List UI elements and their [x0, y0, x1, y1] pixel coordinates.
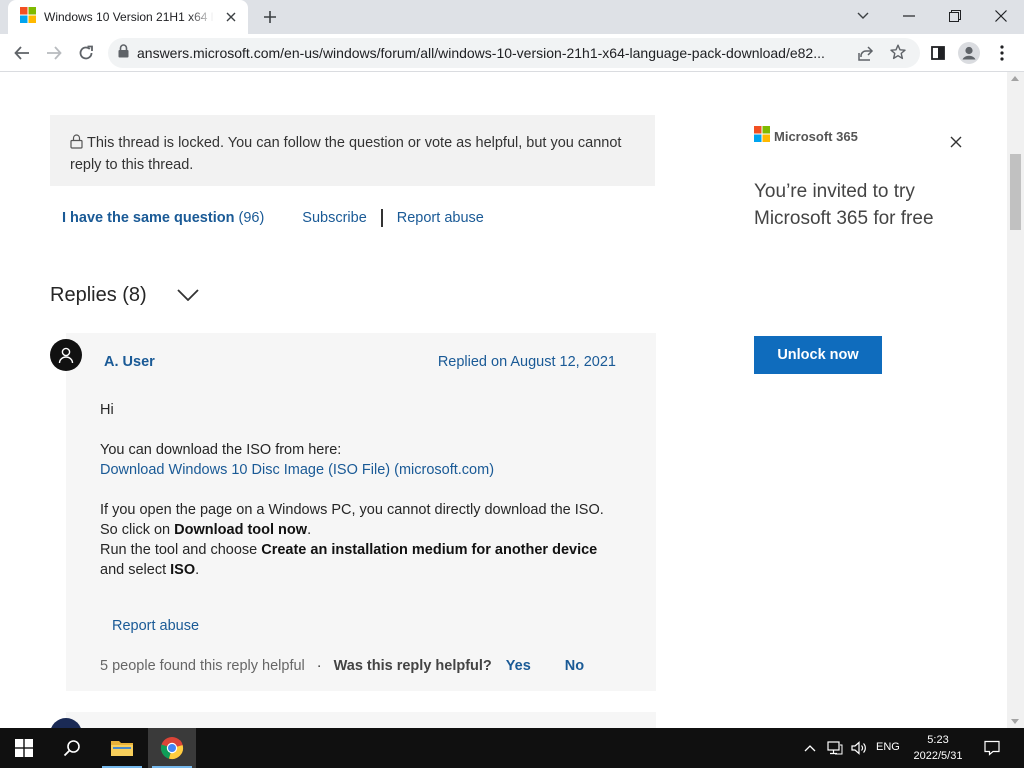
tab-search-chevron-icon[interactable] [840, 0, 886, 32]
same-question-button[interactable]: I have the same question (96) [62, 210, 264, 226]
volume-icon[interactable] [850, 728, 868, 768]
reply-line: You can download the ISO from here: [100, 442, 342, 458]
same-question-count: (96) [238, 210, 265, 226]
start-button[interactable] [0, 728, 48, 768]
page-viewport: This thread is locked. You can follow th… [0, 72, 1007, 728]
new-tab-button[interactable] [258, 6, 282, 28]
browser-tabstrip: Windows 10 Version 21H1 x64 language pac… [0, 0, 1024, 34]
file-explorer-icon[interactable] [98, 728, 146, 768]
desktop: Windows 10 Version 21H1 x64 language pac… [0, 0, 1024, 768]
reply-card: A. User Replied on August 12, 2021 Hi Yo… [66, 333, 656, 691]
reply-line: So click on Download tool now. [100, 522, 312, 538]
user-avatar-icon[interactable] [50, 339, 82, 371]
tab-title: Windows 10 Version 21H1 x64 language pac… [44, 10, 214, 24]
reply-body: Hi You can download the ISO from here: D… [100, 400, 640, 580]
windows-logo-icon [20, 6, 36, 28]
reply-line: If you open the page on a Windows PC, yo… [100, 502, 604, 518]
chevron-down-icon[interactable] [177, 284, 199, 307]
clock-date: 2022/5/31 [913, 750, 963, 762]
chrome-taskbar-icon[interactable] [148, 728, 196, 768]
back-button[interactable] [9, 40, 35, 66]
replies-heading: Replies (8) [50, 284, 147, 306]
input-language-indicator[interactable]: ENG [876, 741, 900, 753]
windows-taskbar: ENG 5:23 2022/5/31 [0, 728, 1024, 768]
reply-author-link[interactable]: A. User [104, 354, 155, 370]
restore-button[interactable] [932, 0, 978, 32]
helpful-question: Was this reply helpful? [333, 658, 492, 674]
show-hidden-icons-icon[interactable] [803, 728, 817, 768]
helpful-bar: 5 people found this reply helpful · Was … [100, 658, 584, 674]
report-abuse-link[interactable]: Report abuse [397, 210, 484, 226]
thread-actions: I have the same question (96) Subscribe … [62, 206, 484, 230]
browser-toolbar: answers.microsoft.com/en-us/windows/foru… [0, 34, 1024, 72]
brand-name: Microsoft 365 [774, 129, 858, 144]
close-window-button[interactable] [978, 0, 1024, 32]
clock-time: 5:23 [927, 734, 949, 746]
reply-report-abuse-link[interactable]: Report abuse [112, 618, 199, 634]
same-question-label: I have the same question [62, 210, 235, 226]
browser-menu-icon[interactable] [989, 40, 1015, 66]
separator-dot: · [316, 658, 322, 674]
scrollbar-thumb[interactable] [1010, 154, 1021, 230]
divider [380, 209, 383, 227]
locked-notice-text: This thread is locked. You can follow th… [70, 135, 622, 173]
ms365-promo: Microsoft 365 [754, 126, 964, 147]
reply-line: and select ISO. [100, 562, 200, 578]
taskbar-clock[interactable]: 5:23 2022/5/31 [906, 732, 970, 764]
helpful-yes-button[interactable]: Yes [506, 658, 531, 674]
bookmark-star-icon[interactable] [890, 44, 906, 65]
vertical-scrollbar[interactable] [1007, 72, 1024, 728]
lock-icon[interactable] [118, 43, 129, 63]
reload-button[interactable] [73, 40, 99, 66]
padlock-icon [70, 134, 83, 155]
reply-date-link[interactable]: Replied on August 12, 2021 [438, 354, 616, 370]
side-panel-icon[interactable] [925, 40, 951, 66]
search-icon[interactable] [48, 728, 96, 768]
tab-close-icon[interactable] [222, 8, 240, 26]
url-text[interactable]: answers.microsoft.com/en-us/windows/foru… [137, 45, 847, 61]
microsoft-365-logo: Microsoft 365 [754, 126, 964, 147]
microsoft-logo-icon [754, 126, 770, 147]
iso-download-link[interactable]: Download Windows 10 Disc Image (ISO File… [100, 462, 494, 478]
scroll-down-arrow-icon[interactable] [1011, 719, 1019, 724]
reply-greeting: Hi [100, 402, 114, 418]
notifications-icon[interactable] [980, 728, 1004, 768]
forward-button[interactable] [41, 40, 67, 66]
locked-thread-notice: This thread is locked. You can follow th… [50, 115, 655, 186]
promo-text: You’re invited to try Microsoft 365 for … [754, 181, 934, 229]
reply-line: Run the tool and choose Create an instal… [100, 542, 598, 558]
profile-avatar-icon[interactable] [956, 40, 982, 66]
next-reply-card [66, 712, 656, 728]
unlock-now-button[interactable]: Unlock now [754, 336, 882, 374]
subscribe-link[interactable]: Subscribe [302, 210, 366, 226]
address-bar[interactable]: answers.microsoft.com/en-us/windows/foru… [108, 38, 920, 68]
browser-tab[interactable]: Windows 10 Version 21H1 x64 language pac… [8, 0, 248, 34]
replies-header[interactable]: Replies (8) [50, 284, 199, 307]
network-icon[interactable] [826, 728, 844, 768]
helpful-count: 5 people found this reply helpful [100, 658, 305, 674]
close-promo-icon[interactable] [948, 134, 964, 150]
scroll-up-arrow-icon[interactable] [1011, 76, 1019, 81]
helpful-no-button[interactable]: No [565, 658, 584, 674]
minimize-button[interactable] [886, 0, 932, 32]
share-icon[interactable] [858, 45, 874, 66]
